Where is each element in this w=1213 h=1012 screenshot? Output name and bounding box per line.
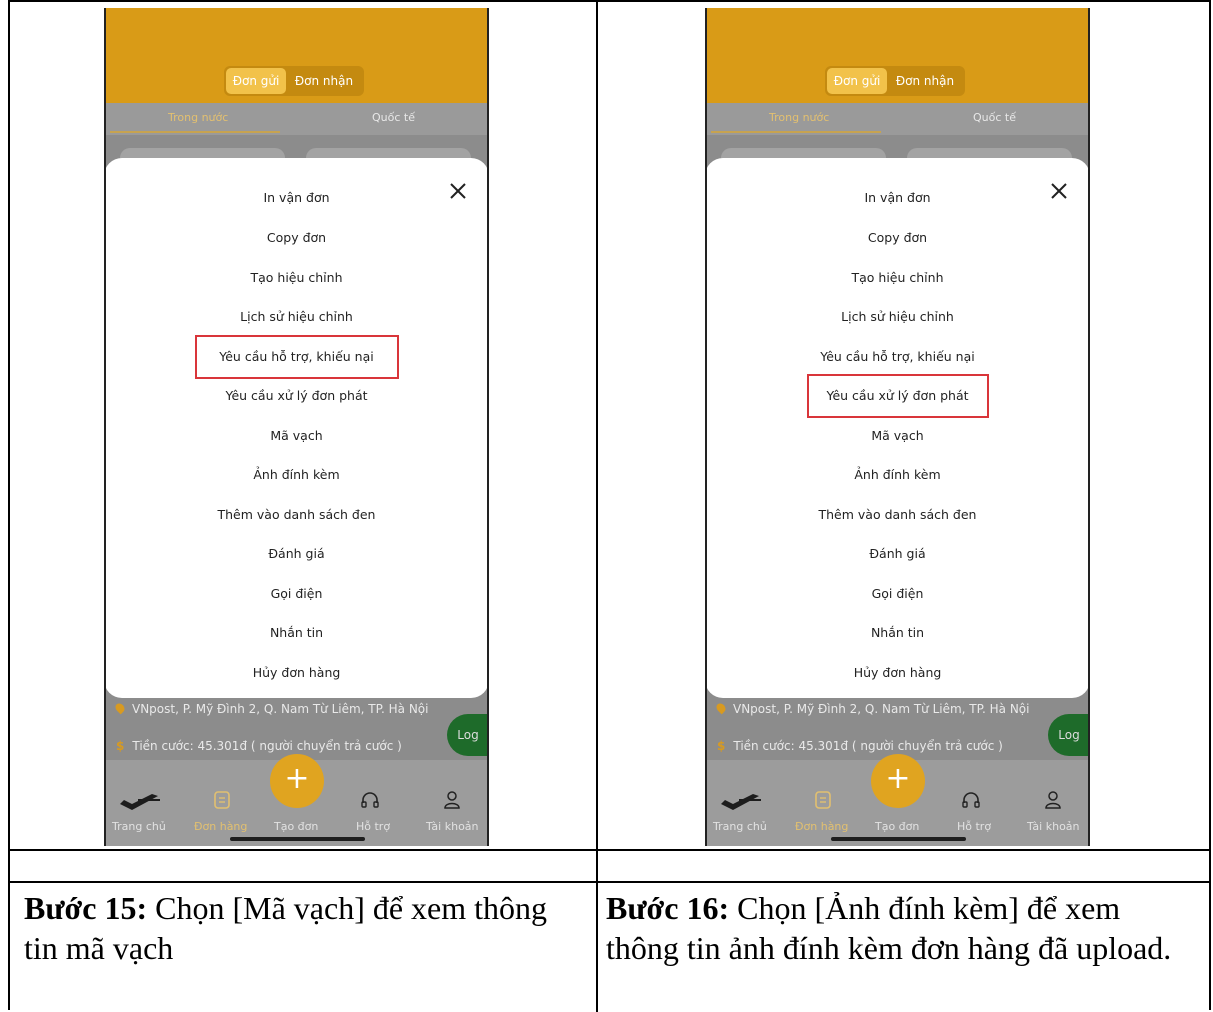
menu-item[interactable]: Nhắn tin — [705, 623, 1090, 643]
nav-support[interactable]: Hỗ trợ — [356, 820, 390, 833]
active-tab-indicator — [711, 131, 881, 133]
order-type-switch[interactable]: Đơn gửi Đơn nhận — [825, 66, 965, 96]
menu-item[interactable]: Đánh giá — [104, 544, 489, 564]
menu-item[interactable]: Copy đơn — [104, 228, 489, 248]
caption-step-label: Bước 15: — [24, 890, 148, 926]
fee-line: $ Tiền cước: 45.301đ ( người chuyển trả c… — [116, 739, 402, 753]
tab-domestic[interactable]: Trong nước — [168, 111, 228, 124]
fee-line: $ Tiền cước: 45.301đ ( người chuyển trả c… — [717, 739, 1003, 753]
phone-frame-right — [1088, 8, 1090, 846]
dollar-icon: $ — [116, 739, 125, 753]
menu-item[interactable]: Gọi điện — [705, 584, 1090, 604]
region-tabs: Trong nước Quốc tế — [705, 103, 1090, 135]
dollar-icon: $ — [717, 739, 726, 753]
location-pin-icon — [714, 701, 728, 715]
phone-frame-left — [104, 8, 106, 846]
vnpost-logo-icon[interactable] — [719, 792, 763, 812]
account-icon[interactable] — [442, 790, 462, 810]
menu-item[interactable]: Copy đơn — [705, 228, 1090, 248]
nav-create-order[interactable]: Tạo đơn — [274, 820, 318, 833]
nav-home[interactable]: Trang chủ — [112, 820, 166, 833]
caption-step-16: Bước 16: Chọn [Ảnh đính kèm] để xem thôn… — [606, 888, 1186, 968]
vnpost-logo-icon[interactable] — [118, 792, 162, 812]
nav-account[interactable]: Tài khoản — [426, 820, 479, 833]
nav-home[interactable]: Trang chủ — [713, 820, 767, 833]
orders-icon[interactable] — [212, 790, 232, 810]
plus-icon: + — [885, 761, 911, 796]
menu-item[interactable]: Đánh giá — [705, 544, 1090, 564]
create-order-fab[interactable]: + — [270, 754, 324, 808]
menu-item[interactable]: Yêu cầu xử lý đơn phát — [104, 386, 489, 406]
menu-item[interactable]: Tạo hiệu chỉnh — [705, 268, 1090, 288]
nav-orders[interactable]: Đơn hàng — [194, 820, 247, 833]
menu-item[interactable]: Ảnh đính kèm — [705, 465, 1090, 485]
menu-item[interactable]: Yêu cầu hỗ trợ, khiếu nại — [705, 347, 1090, 367]
menu-item[interactable]: Thêm vào danh sách đen — [104, 505, 489, 525]
tab-domestic[interactable]: Trong nước — [769, 111, 829, 124]
plus-icon: + — [284, 761, 310, 796]
address-line: VNpost, P. Mỹ Đình 2, Q. Nam Từ Liêm, TP… — [714, 701, 1030, 716]
create-order-fab[interactable]: + — [871, 754, 925, 808]
phone-screenshot-2: Đơn gửi Đơn nhận Trong nước Quốc tế In v… — [705, 8, 1090, 846]
home-indicator — [230, 837, 365, 841]
orders-icon[interactable] — [813, 790, 833, 810]
tab-international[interactable]: Quốc tế — [973, 111, 1016, 124]
nav-create-order[interactable]: Tạo đơn — [875, 820, 919, 833]
order-type-switch[interactable]: Đơn gửi Đơn nhận — [224, 66, 364, 96]
nav-support[interactable]: Hỗ trợ — [957, 820, 991, 833]
menu-item[interactable]: Thêm vào danh sách đen — [705, 505, 1090, 525]
caption-step-15: Bước 15: Chọn [Mã vạch] để xem thông tin… — [24, 888, 564, 968]
active-tab-indicator — [110, 131, 280, 133]
nav-orders[interactable]: Đơn hàng — [795, 820, 848, 833]
action-sheet: In vận đơn Copy đơn Tạo hiệu chỉnh Lịch sử … — [104, 158, 489, 698]
row-divider-1 — [10, 849, 1209, 851]
tab-received-orders[interactable]: Đơn nhận — [887, 68, 963, 94]
region-tabs: Trong nước Quốc tế — [104, 103, 489, 135]
menu-item[interactable]: Lịch sử hiệu chỉnh — [104, 307, 489, 327]
address-text: VNpost, P. Mỹ Đình 2, Q. Nam Từ Liêm, TP… — [132, 702, 429, 716]
phone-screenshot-1: Đơn gửi Đơn nhận Trong nước Quốc tế In v… — [104, 8, 489, 846]
headset-icon[interactable] — [961, 790, 981, 810]
caption-step-label: Bước 16: — [606, 890, 730, 926]
menu-item[interactable]: Lịch sử hiệu chỉnh — [705, 307, 1090, 327]
tab-international[interactable]: Quốc tế — [372, 111, 415, 124]
menu-item[interactable]: Hủy đơn hàng — [705, 663, 1090, 683]
fee-text: Tiền cước: 45.301đ ( người chuyển trả cư… — [132, 739, 402, 753]
menu-item[interactable]: Tạo hiệu chỉnh — [104, 268, 489, 288]
menu-item[interactable]: Gọi điện — [104, 584, 489, 604]
highlight-box — [195, 335, 399, 379]
home-indicator — [831, 837, 966, 841]
action-sheet: In vận đơn Copy đơn Tạo hiệu chỉnh Lịch sử … — [705, 158, 1090, 698]
account-icon[interactable] — [1043, 790, 1063, 810]
log-button[interactable]: Log — [1048, 714, 1090, 756]
phone-frame-left — [705, 8, 707, 846]
log-button[interactable]: Log — [447, 714, 489, 756]
column-divider — [596, 2, 598, 1012]
nav-account[interactable]: Tài khoản — [1027, 820, 1080, 833]
tab-sent-orders[interactable]: Đơn gửi — [226, 68, 286, 94]
menu-item[interactable]: Mã vạch — [705, 426, 1090, 446]
row-divider-2 — [10, 881, 1209, 883]
tab-received-orders[interactable]: Đơn nhận — [286, 68, 362, 94]
highlight-box — [807, 374, 989, 418]
menu-item[interactable]: In vận đơn — [705, 188, 1090, 208]
menu-item[interactable]: In vận đơn — [104, 188, 489, 208]
menu-item[interactable]: Nhắn tin — [104, 623, 489, 643]
fee-text: Tiền cước: 45.301đ ( người chuyển trả cư… — [733, 739, 1003, 753]
tab-sent-orders[interactable]: Đơn gửi — [827, 68, 887, 94]
address-text: VNpost, P. Mỹ Đình 2, Q. Nam Từ Liêm, TP… — [733, 702, 1030, 716]
phone-frame-right — [487, 8, 489, 846]
menu-item[interactable]: Ảnh đính kèm — [104, 465, 489, 485]
menu-item[interactable]: Mã vạch — [104, 426, 489, 446]
menu-item[interactable]: Hủy đơn hàng — [104, 663, 489, 683]
location-pin-icon — [113, 701, 127, 715]
address-line: VNpost, P. Mỹ Đình 2, Q. Nam Từ Liêm, TP… — [113, 701, 429, 716]
headset-icon[interactable] — [360, 790, 380, 810]
